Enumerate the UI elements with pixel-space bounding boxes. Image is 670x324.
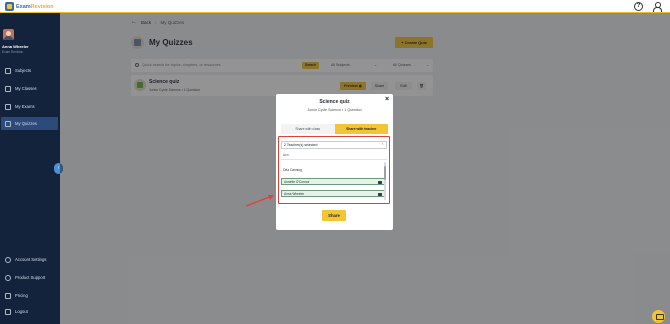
share-modal: × Science quiz Junior Cycle Science • 1 …: [276, 94, 393, 230]
teacher-select-value: 2 Teacher(s) selected: [284, 143, 318, 147]
teacher-filter-input[interactable]: Ann: [281, 153, 387, 160]
chat-icon[interactable]: [652, 310, 665, 323]
sidebar-item-my-exams[interactable]: My Exams: [1, 100, 58, 113]
support-icon: [5, 274, 11, 281]
sidebar: Anna Wheeler Exam Revision Subjects My C…: [0, 13, 60, 324]
avatar: [3, 29, 14, 40]
sidebar-item-label: My Exams: [15, 104, 35, 109]
sidebar-item-label: Subjects: [15, 68, 32, 73]
teacher-option-label: Orla Canning: [283, 168, 302, 172]
sidebar-item-account-settings[interactable]: Account Settings: [1, 253, 58, 266]
sidebar-item-label: My Quizzes: [15, 121, 37, 126]
sidebar-item-label: Account Settings: [15, 257, 47, 262]
user-school: Exam Revision: [2, 50, 24, 54]
logo-icon: [5, 2, 14, 11]
book-icon: [5, 103, 11, 110]
sidebar-item-label: Pricing: [15, 293, 28, 298]
sidebar-item-product-support[interactable]: Product Support: [1, 271, 58, 284]
modal-subtitle: Junior Cycle Science • 1 Question: [307, 108, 362, 112]
phone-icon: [5, 67, 11, 74]
tab-share-with-class[interactable]: Share with class: [281, 124, 335, 134]
logout-icon: [5, 308, 11, 315]
user-icon[interactable]: [652, 2, 662, 12]
sidebar-item-subjects[interactable]: Subjects: [1, 64, 58, 77]
checkbox-checked-icon[interactable]: [378, 180, 382, 185]
chevron-up-icon: ⌃: [381, 143, 384, 147]
logo-text: ExamRevision: [16, 3, 54, 10]
user-name: Anna Wheeler: [2, 44, 29, 49]
teacher-option[interactable]: Annette O'Connor: [281, 178, 385, 185]
sidebar-item-label: Logout: [15, 309, 28, 314]
teacher-option-label: Annette O'Connor: [284, 180, 310, 184]
sidebar-item-my-quizzes[interactable]: My Quizzes: [1, 117, 58, 130]
top-bar: ExamRevision ?: [0, 0, 670, 13]
share-tabs: Share with class Share with teacher: [281, 124, 388, 134]
sidebar-item-my-classes[interactable]: My Classes: [1, 82, 58, 95]
logo[interactable]: ExamRevision: [5, 2, 54, 11]
chat-icon: [5, 85, 11, 92]
teacher-select[interactable]: 2 Teacher(s) selected ⌃: [281, 141, 387, 149]
sidebar-item-label: Product Support: [15, 275, 46, 280]
sidebar-item-pricing[interactable]: Pricing: [1, 289, 58, 302]
teacher-option[interactable]: Anna Wheeler: [281, 190, 385, 197]
modal-title: Science quiz: [319, 99, 350, 105]
help-icon[interactable]: ?: [634, 2, 643, 11]
teacher-option-label: Anna Wheeler: [284, 192, 305, 196]
card-icon: [5, 292, 11, 299]
tab-share-with-teacher[interactable]: Share with teacher: [334, 124, 388, 134]
gear-icon: [5, 256, 11, 263]
sidebar-item-label: My Classes: [15, 86, 37, 91]
quiz-icon: [5, 120, 11, 127]
sidebar-item-logout[interactable]: Logout: [1, 305, 58, 318]
checkbox-checked-icon[interactable]: [378, 192, 382, 197]
share-submit-button[interactable]: Share: [322, 210, 346, 221]
teacher-option[interactable]: Orla Canning: [281, 167, 385, 174]
dropdown-scrollbar[interactable]: [384, 162, 386, 200]
annotation-arrow-icon: [245, 195, 274, 207]
